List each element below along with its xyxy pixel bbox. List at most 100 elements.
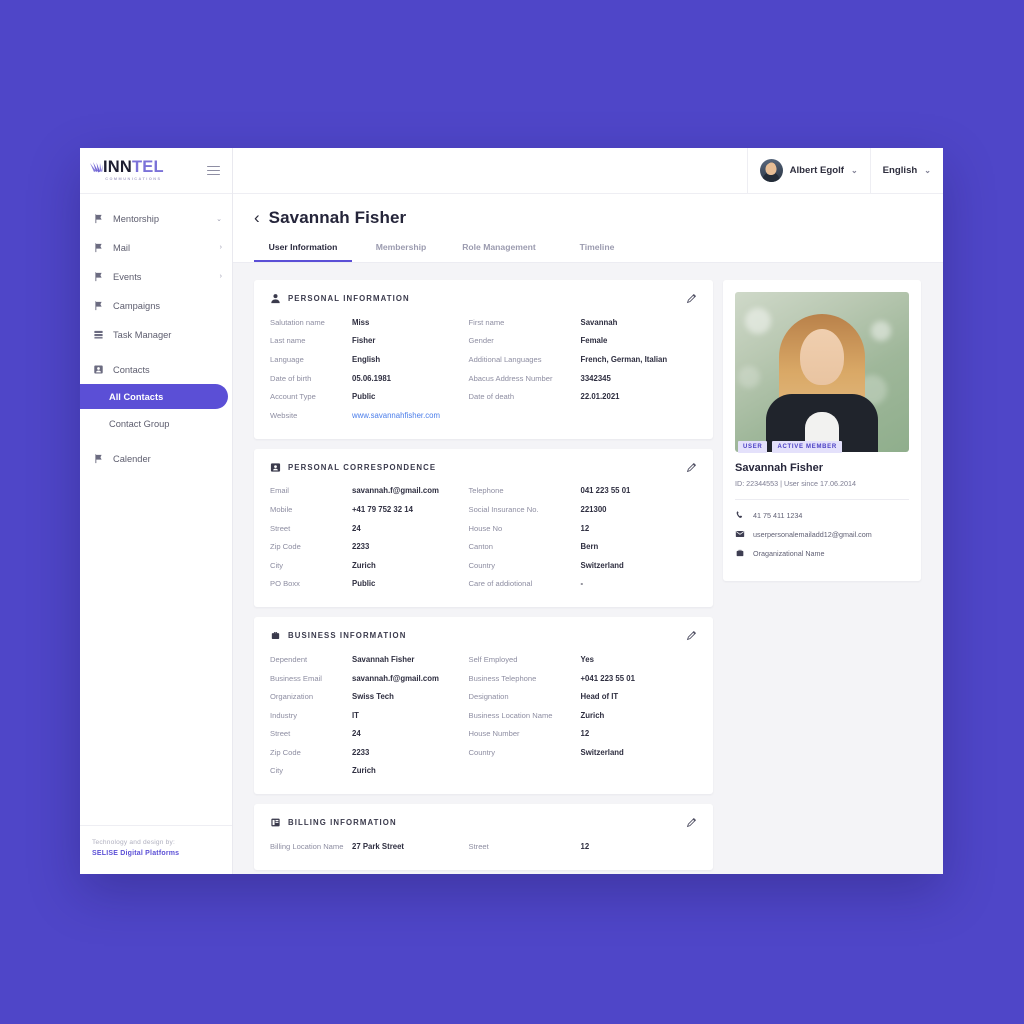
field-label: Email <box>270 486 289 496</box>
field-value: English <box>352 354 381 364</box>
field-value: Head of IT <box>580 692 619 702</box>
field-label: Business Email <box>270 673 322 683</box>
sidebar-item-mentorship[interactable]: Mentorship ⌄ <box>80 204 232 233</box>
flag-icon <box>92 300 105 311</box>
pencil-icon[interactable] <box>686 817 697 828</box>
card-personal-correspondence: PERSONAL CORRESPONDENCE Email savannah.f@… <box>254 448 713 608</box>
card-billing-information: BILLING INFORMATION Billing Location Nam… <box>254 804 713 870</box>
field-value: - <box>580 579 584 589</box>
field-value: +41 79 752 32 14 <box>352 504 413 514</box>
card-business-information: BUSINESS INFORMATION Dependent Savannah F… <box>254 617 713 795</box>
sidebar-item-all-contacts[interactable]: All Contacts <box>80 384 228 409</box>
field-value: savannah.f@gmail.com <box>352 673 439 683</box>
field-label: Self Employed <box>468 654 518 664</box>
field-label: Dependent <box>270 654 308 664</box>
field-label: Zip Code <box>270 747 301 757</box>
field-label: Mobile <box>270 504 293 514</box>
card-title: PERSONAL CORRESPONDENCE <box>288 462 437 472</box>
user-name: Albert Egolf <box>789 165 844 176</box>
field-grid: Billing Location Name 27 Park Street Stree… <box>270 837 697 856</box>
website-link[interactable]: www.savannahfisher.com <box>352 406 469 425</box>
field-label: Telephone <box>468 486 504 496</box>
profile-contact-text: userpersonalemailadd12@gmail.com <box>753 529 872 539</box>
page-title: Savannah Fisher <box>268 208 407 227</box>
field-value: 24 <box>352 729 361 739</box>
sidebar-item-contacts[interactable]: Contacts <box>80 355 232 384</box>
chevron-down-icon: ⌄ <box>924 166 931 175</box>
field-value: Swiss Tech <box>352 692 394 702</box>
sidebar: INNTEL COMMUNICATIONS Mentorship ⌄ Mail › Ev… <box>80 148 233 874</box>
brand-subtitle: COMMUNICATIONS <box>105 176 162 181</box>
phone-icon <box>735 510 745 520</box>
content-area: PERSONAL INFORMATION Salutation name Miss… <box>233 263 943 874</box>
sidebar-item-task-manager[interactable]: Task Manager <box>80 320 232 349</box>
field-value: 12 <box>580 523 590 533</box>
field-label: Website <box>270 410 298 420</box>
right-column: USER ACTIVE MEMBER Savannah Fisher ID: 22… <box>723 280 921 874</box>
page-header: ‹ Savannah Fisher User Information Member… <box>233 194 943 263</box>
contact-card-icon <box>92 364 105 375</box>
profile-contact-row: userpersonalemailadd12@gmail.com <box>735 529 909 539</box>
sidebar-item-label: Campaigns <box>113 300 161 311</box>
status-badge: USER <box>738 441 768 453</box>
sidebar-item-events[interactable]: Events › <box>80 262 232 291</box>
briefcase-icon <box>735 548 745 558</box>
field-label: Account Type <box>270 392 316 402</box>
person-icon <box>270 293 281 304</box>
chevron-right-icon[interactable]: › <box>220 273 222 280</box>
card-title: BILLING INFORMATION <box>288 818 397 828</box>
divider <box>735 499 909 500</box>
sidebar-item-label: All Contacts <box>109 391 164 402</box>
field-label: Social Insurance No. <box>468 504 539 514</box>
user-menu[interactable]: Albert Egolf ⌄ <box>746 148 870 193</box>
field-label: Canton <box>468 542 494 552</box>
tab-timeline[interactable]: Timeline <box>548 242 646 262</box>
field-value: savannah.f@gmail.com <box>352 486 439 496</box>
profile-name: Savannah Fisher <box>735 462 824 474</box>
sidebar-footer-line2[interactable]: SELISE Digital Platforms <box>92 850 179 857</box>
language-menu[interactable]: English ⌄ <box>869 148 943 193</box>
sidebar-item-label: Events <box>113 271 142 282</box>
pencil-icon[interactable] <box>686 462 697 473</box>
chevron-down-icon: ⌄ <box>850 166 858 175</box>
sidebar-item-contact-group[interactable]: Contact Group <box>80 409 232 438</box>
brand-name-secondary: TEL <box>132 158 164 177</box>
field-value: Female <box>580 336 608 346</box>
field-value: Switzerland <box>580 560 624 570</box>
field-value: Public <box>352 579 376 589</box>
tab-role-management[interactable]: Role Management <box>450 242 548 262</box>
field-value: Zurich <box>352 766 376 776</box>
tab-membership[interactable]: Membership <box>352 242 450 262</box>
chevron-down-icon[interactable]: ⌄ <box>216 215 222 223</box>
sidebar-nav: Mentorship ⌄ Mail › Events › Campaigns Task Man… <box>80 194 232 825</box>
field-label: City <box>270 766 284 776</box>
sidebar-item-campaigns[interactable]: Campaigns <box>80 291 232 320</box>
field-label: Abacus Address Number <box>468 373 553 383</box>
app-logo[interactable]: INNTEL COMMUNICATIONS <box>89 159 164 181</box>
tab-label: Role Management <box>462 242 536 252</box>
field-label: Industry <box>270 710 298 720</box>
field-value <box>581 406 698 425</box>
field-label: Billing Location Name <box>270 842 344 852</box>
field-value: Yes <box>580 654 594 664</box>
sidebar-item-label: Mentorship <box>113 213 159 224</box>
sidebar-item-mail[interactable]: Mail › <box>80 233 232 262</box>
tab-user-information[interactable]: User Information <box>254 242 352 262</box>
hamburger-icon[interactable] <box>207 163 220 177</box>
sidebar-item-calender[interactable]: Calender <box>80 444 232 473</box>
pencil-icon[interactable] <box>686 630 697 641</box>
field-value: Savannah <box>580 317 618 327</box>
field-label: Street <box>270 729 291 739</box>
language-label: English <box>882 165 918 176</box>
envelope-icon <box>735 529 745 539</box>
field-label: House No <box>468 523 503 533</box>
field-value: French, German, Italian <box>580 354 668 364</box>
pencil-icon[interactable] <box>686 293 697 304</box>
field-label: House Number <box>468 729 520 739</box>
status-badge: ACTIVE MEMBER <box>772 441 842 453</box>
field-label: Business Telephone <box>468 673 537 683</box>
back-button[interactable]: ‹ <box>254 209 260 226</box>
profile-meta: ID: 22344553 | User since 17.06.2014 <box>735 479 856 488</box>
chevron-right-icon[interactable]: › <box>220 244 222 251</box>
top-bar: Albert Egolf ⌄ English ⌄ <box>233 148 943 194</box>
